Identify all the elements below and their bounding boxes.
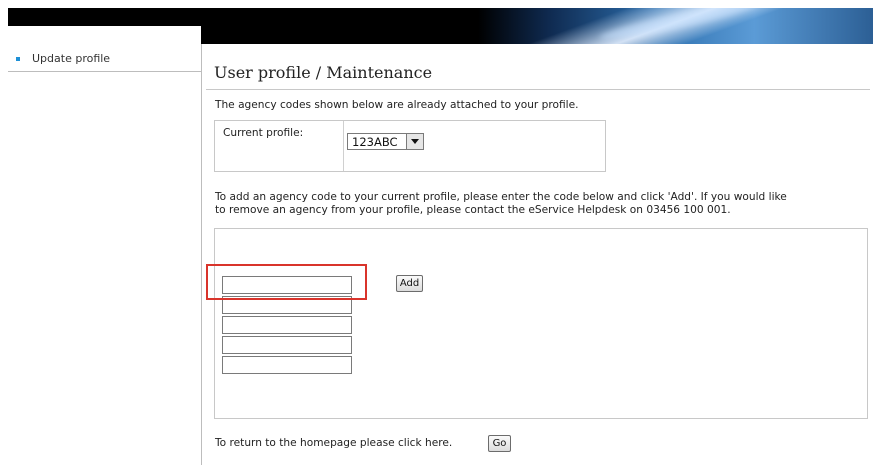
instructions-line-1: To add an agency code to your current pr… (215, 191, 787, 203)
bullet-icon (16, 57, 20, 61)
sidebar-item-update-profile[interactable]: Update profile (8, 50, 201, 72)
agency-code-input[interactable] (222, 316, 352, 334)
sidebar: Update profile (8, 44, 202, 465)
current-profile-label: Current profile: (223, 127, 304, 139)
sidebar-item-label: Update profile (32, 52, 111, 65)
go-button[interactable]: Go (488, 435, 511, 452)
profile-box-divider (343, 121, 344, 171)
return-text: To return to the homepage please click h… (215, 437, 453, 449)
current-profile-value: 123ABC (352, 135, 398, 149)
header-banner-image (478, 8, 873, 44)
title-divider (206, 89, 870, 90)
page-title: User profile / Maintenance (214, 63, 433, 82)
header-tab (8, 26, 201, 44)
agency-code-input[interactable] (222, 336, 352, 354)
instructions-line-2: to remove an agency from your profile, p… (215, 204, 731, 216)
add-button[interactable]: Add (396, 275, 423, 292)
current-profile-select[interactable]: 123ABC (347, 133, 424, 150)
intro-text: The agency codes shown below are already… (215, 99, 579, 111)
header-bar (8, 8, 873, 44)
highlight-box (206, 264, 367, 300)
agency-code-input[interactable] (222, 356, 352, 374)
chevron-down-icon[interactable] (406, 134, 423, 149)
current-profile-box: Current profile: 123ABC (214, 120, 606, 172)
